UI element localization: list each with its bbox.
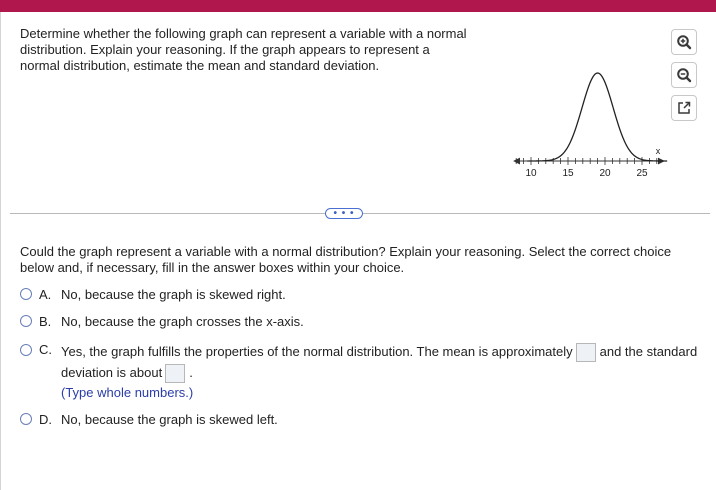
choice-c-radio[interactable]: [20, 344, 32, 356]
choice-a-radio[interactable]: [20, 288, 32, 300]
popout-icon: [678, 101, 691, 114]
popout-button[interactable]: [671, 95, 697, 121]
choice-c-hint: (Type whole numbers.): [61, 385, 194, 400]
zoom-in-button[interactable]: [671, 29, 697, 55]
prompt-line-1: Could the graph represent a variable wit…: [20, 244, 672, 259]
top-accent-bar: [0, 0, 716, 12]
choice-c-text-after-sd: .: [189, 364, 193, 380]
tick-label-15: 15: [562, 168, 574, 179]
choice-a-letter: A.: [39, 287, 52, 302]
question-line-2: distribution. Explain your reasoning. If…: [20, 42, 430, 57]
mean-answer-box[interactable]: [575, 343, 596, 362]
choice-c-line-2: deviation is about.: [61, 364, 193, 383]
choice-d-text: No, because the graph is skewed left.: [61, 412, 278, 427]
question-line-1: Determine whether the following graph ca…: [20, 26, 467, 41]
choice-c-text-after-mean: and the standard: [599, 343, 698, 359]
zoom-in-icon: [677, 35, 692, 50]
prompt-text: Could the graph represent a variable wit…: [20, 244, 700, 276]
distribution-graph: 10 15 20 25 x: [513, 72, 668, 179]
choice-b-radio[interactable]: [20, 315, 32, 327]
expand-more-button[interactable]: • • •: [325, 208, 363, 219]
choice-b-letter: B.: [39, 314, 52, 329]
choice-c-text-before-sd: deviation is about: [61, 364, 163, 380]
question-text: Determine whether the following graph ca…: [20, 26, 480, 74]
sd-answer-box[interactable]: [165, 364, 186, 383]
tick-label-10: 10: [525, 168, 537, 179]
choice-b-text: No, because the graph crosses the x-axis…: [61, 314, 304, 329]
choice-a-text: No, because the graph is skewed right.: [61, 287, 286, 302]
choice-d-letter: D.: [39, 412, 52, 427]
choice-c-text-before-mean: Yes, the graph fulfills the properties o…: [61, 343, 573, 359]
x-axis-label: x: [656, 146, 661, 156]
tick-label-25: 25: [636, 168, 648, 179]
choice-c-line-1: Yes, the graph fulfills the properties o…: [61, 343, 697, 362]
question-line-3: normal distribution, estimate the mean a…: [20, 58, 380, 73]
zoom-out-button[interactable]: [671, 62, 697, 88]
choice-c-letter: C.: [39, 342, 52, 357]
prompt-line-2: below and, if necessary, fill in the ans…: [20, 260, 405, 275]
zoom-out-icon: [677, 68, 692, 83]
choice-d-radio[interactable]: [20, 413, 32, 425]
tick-label-20: 20: [599, 168, 611, 179]
bell-curve: [527, 72, 668, 162]
